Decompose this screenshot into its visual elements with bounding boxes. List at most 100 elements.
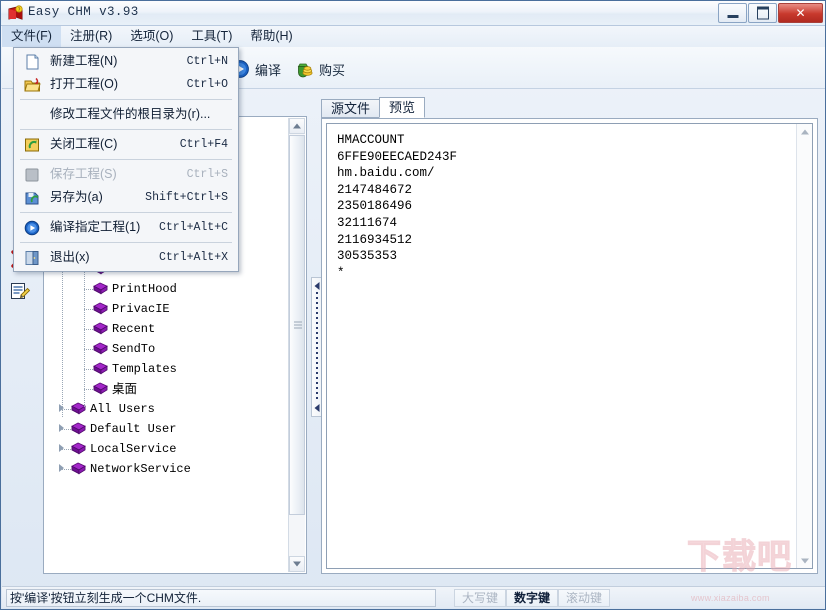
tree-item-icon <box>93 362 108 375</box>
tree-scrollbar[interactable] <box>288 118 305 572</box>
tree-item[interactable]: All Users <box>44 399 289 419</box>
purple-book-icon <box>93 382 108 395</box>
status-caps-lock: 大写键 <box>454 589 506 607</box>
toolbar-buy[interactable]: 购买 <box>294 57 345 81</box>
menu-file[interactable]: 文件(F) <box>2 26 61 47</box>
tree-item[interactable]: 桌面 <box>44 379 289 399</box>
menu-item[interactable]: 打开工程(O)Ctrl+O <box>14 73 238 96</box>
preview-scroll-down-button[interactable] <box>797 553 812 568</box>
new-document-icon <box>24 54 41 70</box>
tree-item[interactable]: Recent <box>44 319 289 339</box>
tree-item[interactable]: LocalService <box>44 439 289 459</box>
tree-connector <box>84 289 93 290</box>
purple-book-icon <box>93 322 108 335</box>
save-icon <box>24 167 41 183</box>
preview-tabs: 源文件 预览 <box>321 97 425 119</box>
tree-item-label: Templates <box>112 359 177 379</box>
tree-item-label: SendTo <box>112 339 155 359</box>
tree-scroll-down-button[interactable] <box>289 556 305 572</box>
tree-item-icon <box>71 462 86 475</box>
close-project-icon <box>24 137 41 153</box>
menu-item-shortcut: Ctrl+Alt+X <box>159 246 228 269</box>
status-scroll-lock: 滚动键 <box>558 589 610 607</box>
purple-book-icon <box>71 442 86 455</box>
tree-item[interactable]: NetworkService <box>44 459 289 479</box>
properties-button[interactable] <box>9 280 35 306</box>
menu-item-label: 关闭工程(C) <box>50 133 117 156</box>
tab-source-file[interactable]: 源文件 <box>321 99 380 118</box>
save-as-icon <box>24 190 41 206</box>
menu-separator <box>20 212 232 213</box>
purple-book-icon <box>93 362 108 375</box>
new-document-icon <box>24 54 41 70</box>
money-bag-icon <box>294 59 314 79</box>
tree-item-label: All Users <box>90 399 155 419</box>
menu-tools[interactable]: 工具(T) <box>182 26 241 47</box>
splitter-arrow-bottom-icon <box>315 404 320 412</box>
menu-item[interactable]: 编译指定工程(1)Ctrl+Alt+C <box>14 216 238 239</box>
close-button[interactable]: ✕ <box>778 3 823 23</box>
maximize-button[interactable] <box>748 3 777 23</box>
menu-separator <box>20 242 232 243</box>
tree-connector <box>62 449 71 450</box>
chm-book-icon: ? <box>7 5 24 22</box>
tree-item-icon <box>93 382 108 395</box>
preview-panel: HMACCOUNT 6FFE90EECAED243F hm.baidu.com/… <box>321 118 818 574</box>
open-folder-icon <box>24 77 41 93</box>
tree-connector <box>84 389 93 390</box>
preview-scrollbar[interactable] <box>796 124 812 568</box>
tree-item-icon <box>71 422 86 435</box>
menu-item[interactable]: 修改工程文件的根目录为(r)... <box>14 103 238 126</box>
title-bar: ? Easy CHM v3.93 ✕ <box>1 1 826 26</box>
minimize-button[interactable] <box>718 3 747 23</box>
tree-connector <box>84 309 93 310</box>
menu-separator <box>20 129 232 130</box>
compile-icon <box>24 220 41 236</box>
tree-item[interactable]: PrivacIE <box>44 299 289 319</box>
chevron-up-icon <box>801 129 809 134</box>
tree-connector <box>62 429 71 430</box>
menu-item-label: 打开工程(O) <box>50 73 118 96</box>
tree-scroll-thumb[interactable] <box>289 135 305 515</box>
menu-item-label: 新建工程(N) <box>50 50 117 73</box>
tree-connector <box>62 409 71 410</box>
tree-scroll-up-button[interactable] <box>289 118 305 134</box>
tree-item[interactable]: Templates <box>44 359 289 379</box>
menu-options[interactable]: 选项(O) <box>121 26 182 47</box>
menu-help[interactable]: 帮助(H) <box>241 26 301 47</box>
tree-item-icon <box>93 342 108 355</box>
preview-content-area[interactable]: HMACCOUNT 6FFE90EECAED243F hm.baidu.com/… <box>326 123 813 569</box>
tree-item[interactable]: SendTo <box>44 339 289 359</box>
menu-item[interactable]: 退出(x) Ctrl+Alt+X <box>14 246 238 269</box>
menu-register[interactable]: 注册(R) <box>61 26 121 47</box>
splitter-arrow-top-icon <box>315 282 320 290</box>
chevron-down-icon <box>801 558 809 563</box>
menu-separator <box>20 99 232 100</box>
tab-preview[interactable]: 预览 <box>379 97 425 118</box>
status-bar: 按'编译'按钮立刻生成一个CHM文件. 大写键 数字键 滚动键 <box>2 586 826 608</box>
menu-item[interactable]: 新建工程(N)Ctrl+N <box>14 50 238 73</box>
menu-item[interactable]: 另存为(a)Shift+Ctrl+S <box>14 186 238 209</box>
maximize-icon <box>757 7 769 20</box>
tree-item-label: PrivacIE <box>112 299 170 319</box>
menu-item-shortcut: Ctrl+Alt+C <box>159 216 228 239</box>
file-menu-dropdown[interactable]: 新建工程(N)Ctrl+N打开工程(O)Ctrl+O 修改工程文件的根目录为(r)… <box>13 47 239 272</box>
tree-item-label: PrintHood <box>112 279 177 299</box>
menu-bar: 文件(F) 注册(R) 选项(O) 工具(T) 帮助(H) <box>2 26 826 47</box>
tree-connector <box>84 349 93 350</box>
tree-item[interactable]: PrintHood <box>44 279 289 299</box>
preview-scroll-up-button[interactable] <box>797 124 812 139</box>
tree-connector <box>62 469 71 470</box>
purple-book-icon <box>93 342 108 355</box>
menu-item-label: 退出(x) <box>50 246 90 269</box>
grip-icon <box>294 322 302 329</box>
window-title: Easy CHM v3.93 <box>28 5 139 19</box>
menu-item[interactable]: 关闭工程(C)Ctrl+F4 <box>14 133 238 156</box>
exit-door-icon <box>24 250 41 266</box>
tree-item[interactable]: Default User <box>44 419 289 439</box>
menu-item: 保存工程(S)Ctrl+S <box>14 163 238 186</box>
close-icon: ✕ <box>795 7 805 19</box>
tree-item-label: NetworkService <box>90 459 191 479</box>
tree-item-icon <box>93 302 108 315</box>
exit-door-icon <box>24 250 41 266</box>
